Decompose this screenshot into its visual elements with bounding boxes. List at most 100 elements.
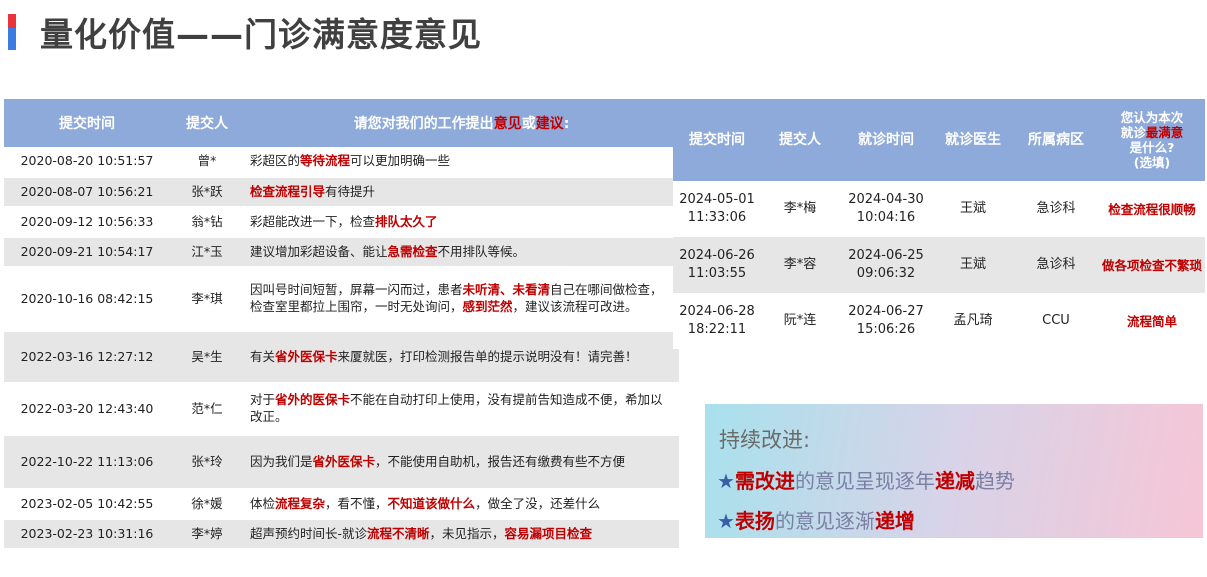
suggestion-text-cell: 有关省外医保卡来厦就医，打印检测报告单的提示说明没有！请完善！	[244, 331, 679, 384]
submit-time-cell: 2023-02-05 10:42:55	[4, 489, 170, 520]
suggestion-text: ，看不懂，	[325, 495, 388, 511]
suggestion-text: ，未见指示，	[429, 525, 505, 541]
suggestion-text-cell: 检查流程引导有待提升	[244, 177, 679, 208]
submit-time-cell: 2024-06-28 18:22:11	[673, 293, 761, 349]
doctor-cell: 王斌	[933, 181, 1013, 237]
header-submitter: 提交人	[170, 99, 244, 147]
most-satisfied-cell: 做各项检查不繁琐	[1099, 237, 1205, 293]
suggestion-text-cell: 建议增加彩超设备、能让急需检查不用排队等候。	[244, 237, 679, 268]
suggestion-text-cell: 因叫号时间短暂，屏幕一闪而过，患者未听清、未看清自己在哪间做检查，检查室里都拉上…	[244, 267, 679, 332]
header-ward: 所属病区	[1013, 99, 1099, 181]
visit-row: 2024-06-26 11:03:55 李*容 2024-06-25 09:06:32 王…	[673, 237, 1205, 293]
visit-time-cell: 2024-06-27 15:06:26	[839, 293, 933, 349]
submitter-cell: 范*仁	[170, 383, 244, 436]
highlighted-text: 急需检查	[387, 243, 438, 259]
suggestion-text: 彩超区的	[250, 153, 301, 169]
submit-time-cell: 2020-08-07 10:56:21	[4, 177, 170, 208]
highlighted-text: 省外的医保卡	[275, 392, 351, 408]
submitter-cell: 李*琪	[170, 267, 244, 332]
submit-time-cell: 2020-10-16 08:42:15	[4, 267, 170, 332]
visit-row: 2024-06-28 18:22:11 阮*连 2024-06-27 15:06:26 孟…	[673, 293, 1205, 349]
suggestion-text-cell: 超声预约时间长-就诊流程不清晰，未见指示，容易漏项目检查	[244, 519, 679, 550]
suggestion-text: ，做全了没，还差什么	[475, 495, 601, 511]
header-submit-time: 提交时间	[673, 99, 761, 181]
suggestion-row: 2020-09-12 10:56:33 翁*钻 彩超能改进一下，检查排队太久了	[4, 207, 679, 238]
submitter-cell: 翁*钻	[170, 207, 244, 238]
suggestion-text: 对于	[250, 392, 276, 408]
suggestion-text: 彩超能改进一下，检查	[250, 213, 376, 229]
submitter-cell: 李*婷	[170, 519, 244, 550]
visits-body: 2024-05-01 11:33:06 李*梅 2024-04-30 10:04:16 王…	[673, 181, 1205, 349]
suggestion-text: 体检	[250, 495, 276, 511]
suggestion-text: ，建议该流程可改进。	[512, 299, 638, 314]
suggestion-text: ，不能使用自助机，报告还有缴费有些不方便	[375, 453, 626, 469]
submit-time-cell: 2020-09-21 10:54:17	[4, 237, 170, 268]
highlighted-text: 感到茫然	[462, 299, 513, 314]
visits-table: 提交时间 提交人 就诊时间 就诊医生 所属病区 您认为本次 就诊最满意 是什么? (选…	[673, 99, 1205, 349]
suggestion-text: 有待提升	[325, 183, 376, 199]
title-accent-bar	[8, 14, 16, 50]
suggestion-text-cell: 彩超能改进一下，检查排队太久了	[244, 207, 679, 238]
submitter-cell: 江*玉	[170, 237, 244, 268]
highlighted-text: 容易漏项目检查	[504, 525, 593, 541]
page-title: 量化价值——门诊满意度意见	[40, 15, 482, 54]
header-visit-time: 就诊时间	[839, 99, 933, 181]
suggestion-text-cell: 对于省外的医保卡不能在自动打印上使用，没有提前告知造成不便，希加以改正。	[244, 383, 679, 436]
suggestion-row: 2023-02-23 10:31:16 李*婷 超声预约时间长-就诊流程不清晰，未见…	[4, 519, 679, 550]
visit-row: 2024-05-01 11:33:06 李*梅 2024-04-30 10:04:16 王…	[673, 181, 1205, 237]
submit-time-cell: 2024-06-26 11:03:55	[673, 237, 761, 293]
header-submitter: 提交人	[761, 99, 839, 181]
submitter-cell: 张*跃	[170, 177, 244, 208]
suggestion-text: 不用排队等候。	[437, 243, 526, 259]
visit-time-cell: 2024-06-25 09:06:32	[839, 237, 933, 293]
suggestion-text: 因叫号时间短暂，屏幕一闪而过，患者	[250, 282, 463, 298]
star-icon: ★	[717, 509, 735, 533]
highlighted-text: 流程复杂	[275, 495, 326, 511]
suggestion-row: 2020-08-20 10:51:57 曾* 彩超区的等待流程可以更加明确一些	[4, 147, 679, 178]
star-icon: ★	[717, 469, 735, 493]
ward-cell: 急诊科	[1013, 237, 1099, 293]
suggestions-header-row: 提交时间 提交人 请您对我们的工作提出意见或建议:	[4, 99, 679, 147]
suggestion-row: 2020-10-16 08:42:15 李*琪 因叫号时间短暂，屏幕一闪而过，患者未…	[4, 267, 679, 332]
most-satisfied-cell: 检查流程很顺畅	[1099, 181, 1205, 237]
header-doctor: 就诊医生	[933, 99, 1013, 181]
header-submit-time: 提交时间	[4, 99, 170, 147]
header-most-satisfied: 您认为本次 就诊最满意 是什么? (选填)	[1099, 99, 1205, 181]
submitter-cell: 李*梅	[761, 181, 839, 237]
submit-time-cell: 2020-09-12 10:56:33	[4, 207, 170, 238]
submitter-cell: 张*玲	[170, 435, 244, 490]
suggestion-row: 2020-08-07 10:56:21 张*跃 检查流程引导有待提升	[4, 177, 679, 208]
doctor-cell: 王斌	[933, 237, 1013, 293]
highlighted-text: 不知道该做什么	[387, 495, 476, 511]
suggestion-row: 2023-02-05 10:42:55 徐*媛 体检流程复杂，看不懂，不知道该做什么…	[4, 489, 679, 520]
most-satisfied-cell: 流程简单	[1099, 293, 1205, 349]
highlighted-text: 省外医保卡	[312, 453, 376, 469]
submit-time-cell: 2020-08-20 10:51:57	[4, 147, 170, 178]
suggestion-text: 超声预约时间长-就诊	[250, 525, 368, 541]
suggestion-row: 2022-10-22 11:13:06 张*玲 因为我们是省外医保卡，不能使用自助机…	[4, 435, 679, 490]
submit-time-cell: 2024-05-01 11:33:06	[673, 181, 761, 237]
header-suggestion: 请您对我们的工作提出意见或建议:	[244, 99, 679, 147]
highlighted-text: 流程不清晰	[367, 525, 430, 541]
submitter-cell: 徐*媛	[170, 489, 244, 520]
improvement-title: 持续改进:	[719, 428, 811, 452]
suggestions-body: 2020-08-20 10:51:57 曾* 彩超区的等待流程可以更加明确一些 202…	[4, 147, 679, 550]
suggestion-text: 因为我们是	[250, 453, 313, 469]
suggestion-text-cell: 体检流程复杂，看不懂，不知道该做什么，做全了没，还差什么	[244, 489, 679, 520]
doctor-cell: 孟凡琦	[933, 293, 1013, 349]
submit-time-cell: 2022-10-22 11:13:06	[4, 435, 170, 490]
ward-cell: CCU	[1013, 293, 1099, 349]
submit-time-cell: 2022-03-16 12:27:12	[4, 331, 170, 384]
suggestion-row: 2022-03-16 12:27:12 吴*生 有关省外医保卡来厦就医，打印检测报告…	[4, 331, 679, 384]
highlighted-text: 排队太久了	[375, 213, 438, 229]
submit-time-cell: 2023-02-23 10:31:16	[4, 519, 170, 550]
suggestion-text-cell: 因为我们是省外医保卡，不能使用自助机，报告还有缴费有些不方便	[244, 435, 679, 490]
suggestion-text-cell: 彩超区的等待流程可以更加明确一些	[244, 147, 679, 178]
suggestion-row: 2020-09-21 10:54:17 江*玉 建议增加彩超设备、能让急需检查不用排…	[4, 237, 679, 268]
suggestions-table: 提交时间 提交人 请您对我们的工作提出意见或建议: 2020-08-20 10:…	[4, 99, 679, 550]
suggestion-row: 2022-03-20 12:43:40 范*仁 对于省外的医保卡不能在自动打印上使用…	[4, 383, 679, 436]
highlighted-text: 检查流程引导	[250, 183, 326, 199]
suggestion-text: 来厦就医，打印检测报告单的提示说明没有！请完善！	[337, 348, 638, 364]
highlighted-text: 未听清、未看清	[462, 282, 551, 298]
submitter-cell: 吴*生	[170, 331, 244, 384]
